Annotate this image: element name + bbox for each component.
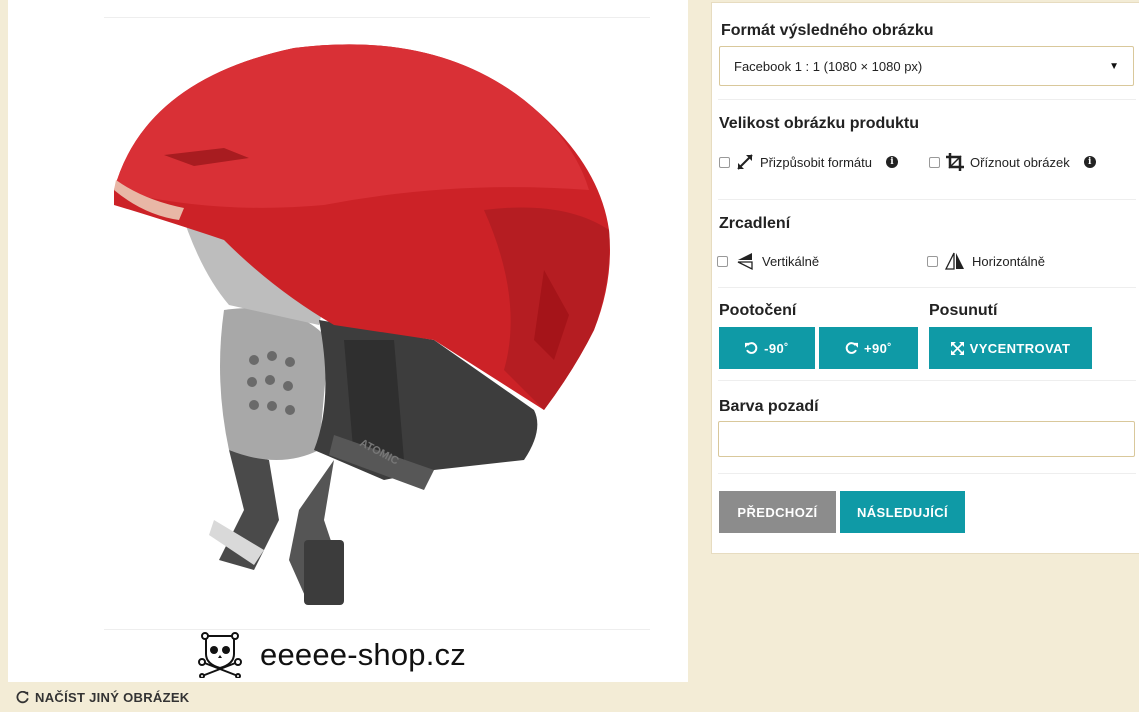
rotate-title: Pootočení xyxy=(719,302,797,319)
shift-title: Posunutí xyxy=(929,302,998,319)
crop-checkbox[interactable] xyxy=(929,156,940,168)
mirror-horizontal-option: Horizontálně xyxy=(927,251,1045,271)
mirror-title: Zrcadlení xyxy=(719,215,791,232)
divider xyxy=(718,380,1136,381)
divider xyxy=(718,287,1136,288)
format-select[interactable]: Facebook 1 : 1 (1080 × 1080 px) ▼ xyxy=(719,46,1134,86)
flip-horizontal-icon xyxy=(944,252,964,270)
flip-vertical-icon xyxy=(737,253,753,271)
reload-label: NAČÍST JINÝ OBRÁZEK xyxy=(35,690,190,705)
reload-image-link[interactable]: NAČÍST JINÝ OBRÁZEK xyxy=(16,690,190,705)
format-selected-value: Facebook 1 : 1 (1080 × 1080 px) xyxy=(734,58,923,74)
previous-button[interactable]: PŘEDCHOZÍ xyxy=(719,491,836,533)
rotate-left-label: -90˚ xyxy=(764,340,789,356)
format-title: Formát výsledného obrázku xyxy=(721,22,934,39)
preview-top-rule xyxy=(104,17,650,18)
fit-info-icon[interactable]: i xyxy=(886,156,898,168)
rotate-left-button[interactable]: -90˚ xyxy=(719,327,815,369)
divider xyxy=(718,199,1136,200)
center-label: VYCENTROVAT xyxy=(969,340,1071,356)
center-button[interactable]: VYCENTROVAT xyxy=(929,327,1092,369)
background-title: Barva pozadí xyxy=(719,398,819,415)
expand-arrows-icon xyxy=(950,341,964,355)
mirror-vertical-checkbox[interactable] xyxy=(717,255,728,267)
dropdown-arrow-icon: ▼ xyxy=(1109,60,1119,72)
image-preview: ATOMIC eeeee-shop.cz xyxy=(8,0,688,682)
next-button[interactable]: NÁSLEDUJÍCÍ xyxy=(840,491,965,533)
crop-label: Oříznout obrázek xyxy=(970,154,1070,170)
mirror-horizontal-checkbox[interactable] xyxy=(927,255,938,267)
mirror-vertical-label: Vertikálně xyxy=(762,253,820,269)
refresh-icon xyxy=(16,691,29,704)
next-label: NÁSLEDUJÍCÍ xyxy=(856,504,949,520)
mirror-horizontal-label: Horizontálně xyxy=(972,253,1045,269)
crop-info-icon[interactable]: i xyxy=(1083,156,1096,168)
rotate-right-button[interactable]: +90˚ xyxy=(819,327,918,369)
background-color-input[interactable] xyxy=(718,421,1135,457)
crop-icon xyxy=(946,153,964,171)
fit-label: Přizpůsobit formátu xyxy=(760,154,872,170)
mirror-vertical-option: Vertikálně xyxy=(717,251,819,271)
divider xyxy=(718,99,1136,100)
rotate-right-icon xyxy=(845,341,858,354)
rotate-right-label: +90˚ xyxy=(864,340,892,356)
shop-brand-text: eeeee-shop.cz xyxy=(260,637,466,672)
crop-option: Oříznout obrázek i xyxy=(929,153,1096,171)
shop-watermark: eeeee-shop.cz xyxy=(198,630,466,680)
helmet-product-image: ATOMIC xyxy=(114,44,610,605)
size-title: Velikost obrázku produktu xyxy=(719,115,920,132)
resize-arrows-icon xyxy=(737,154,753,170)
fit-checkbox[interactable] xyxy=(719,156,730,168)
settings-panel: Formát výsledného obrázku Facebook 1 : 1… xyxy=(711,2,1139,554)
fit-option: Přizpůsobit formátu i xyxy=(719,153,898,171)
previous-label: PŘEDCHOZÍ xyxy=(737,504,818,520)
divider xyxy=(718,473,1136,474)
rotate-left-icon xyxy=(745,341,758,354)
skull-crossbones-icon xyxy=(198,632,242,678)
